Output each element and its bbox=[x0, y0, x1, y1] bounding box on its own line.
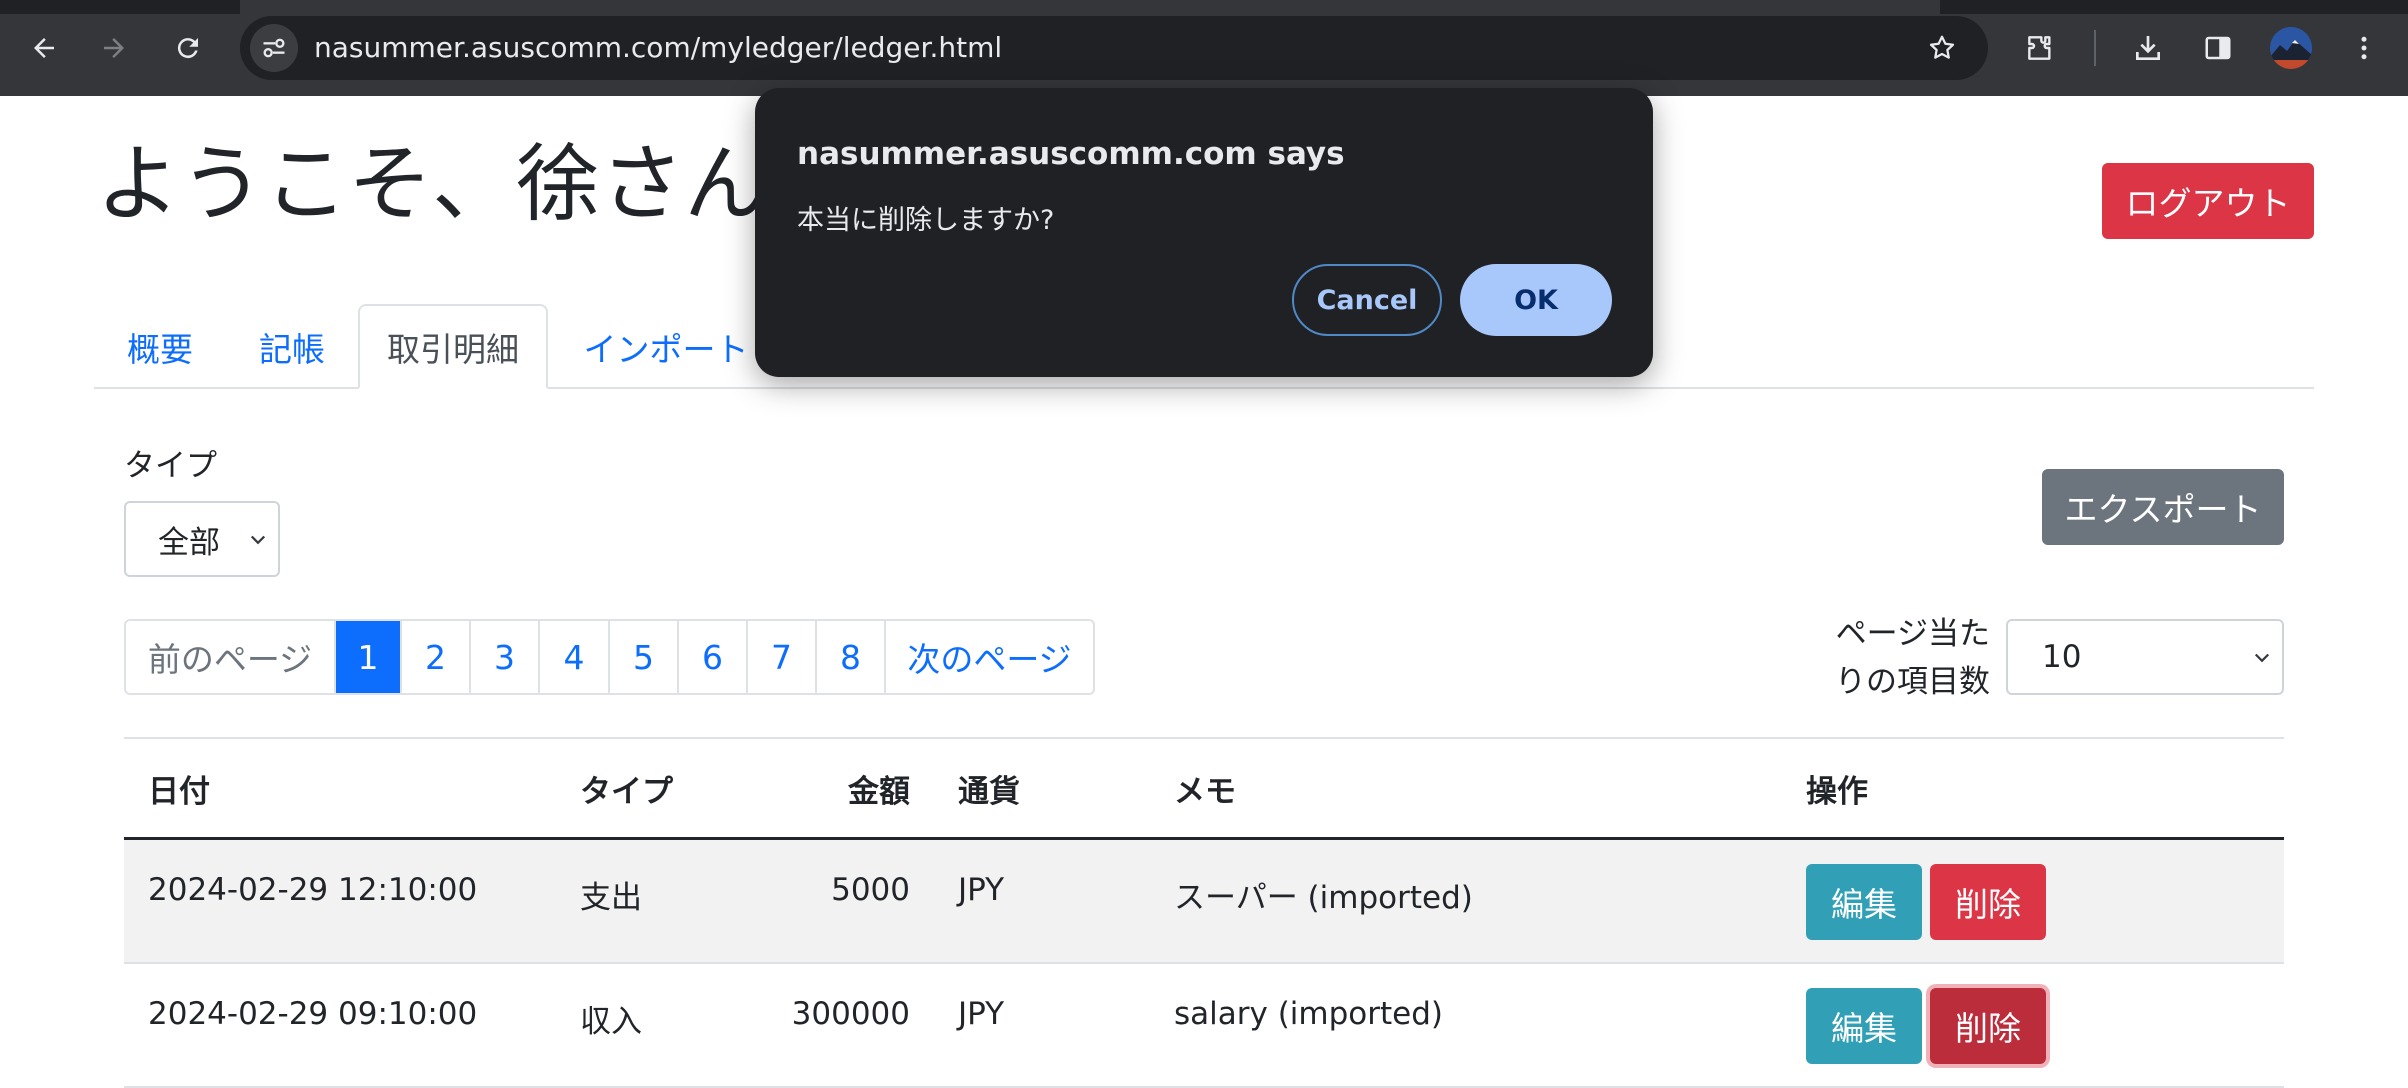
cell-type: 収入 bbox=[556, 962, 746, 1088]
side-panel-icon[interactable] bbox=[2194, 24, 2242, 72]
cell-amount: 300000 bbox=[746, 962, 934, 1088]
welcome-heading: ようこそ、徐さん bbox=[96, 135, 769, 233]
pagination: 前のページ 1 2 3 4 5 6 7 8 次のページ bbox=[124, 619, 1095, 695]
header-amount: 金額 bbox=[746, 737, 934, 840]
dialog-cancel-button[interactable]: Cancel bbox=[1292, 264, 1442, 336]
per-page-label: ページ当た りの項目数 bbox=[1816, 610, 1990, 706]
page-button-2[interactable]: 2 bbox=[400, 621, 469, 693]
tab-strip bbox=[0, 0, 2408, 14]
forward-icon[interactable] bbox=[90, 24, 138, 72]
cell-amount: 5000 bbox=[746, 838, 934, 964]
per-page-value: 10 bbox=[2042, 639, 2082, 675]
chevron-down-icon bbox=[2254, 653, 2270, 663]
profile-avatar[interactable] bbox=[2270, 27, 2312, 69]
edit-button[interactable]: 編集 bbox=[1806, 987, 1922, 1064]
cell-date: 2024-02-29 09:10:00 bbox=[124, 962, 556, 1088]
tab-overview[interactable]: 概要 bbox=[94, 304, 226, 389]
type-filter-select[interactable]: 全部 bbox=[124, 501, 280, 577]
table-row: 2024-02-29 12:10:00 支出 5000 JPY スーパー (im… bbox=[124, 838, 2284, 964]
next-page-button[interactable]: 次のページ bbox=[884, 621, 1093, 693]
back-icon[interactable] bbox=[20, 24, 68, 72]
page-button-6[interactable]: 6 bbox=[677, 621, 746, 693]
download-icon[interactable] bbox=[2124, 24, 2172, 72]
confirm-dialog: nasummer.asuscomm.com says 本当に削除しますか? Ca… bbox=[755, 88, 1653, 377]
header-memo: メモ bbox=[1150, 737, 1782, 840]
browser-toolbar: nasummer.asuscomm.com/myledger/ledger.ht… bbox=[0, 0, 2408, 96]
cell-currency: JPY bbox=[934, 962, 1150, 1088]
cell-date: 2024-02-29 12:10:00 bbox=[124, 838, 556, 964]
extensions-icon[interactable] bbox=[2016, 24, 2064, 72]
reload-icon[interactable] bbox=[164, 24, 212, 72]
edit-button[interactable]: 編集 bbox=[1806, 864, 1922, 940]
header-date: 日付 bbox=[124, 737, 556, 840]
dialog-ok-button[interactable]: OK bbox=[1460, 264, 1612, 336]
tab-import[interactable]: インポート bbox=[548, 304, 784, 389]
cell-actions: 編集 削除 bbox=[1782, 838, 2284, 964]
menu-kebab-icon[interactable] bbox=[2340, 24, 2388, 72]
page-button-7[interactable]: 7 bbox=[746, 621, 815, 693]
type-filter-label: タイプ bbox=[124, 448, 217, 484]
export-button[interactable]: エクスポート bbox=[2042, 469, 2284, 545]
delete-button[interactable]: 削除 bbox=[1930, 864, 2046, 940]
per-page-label-line2: りの項目数 bbox=[1835, 664, 1990, 700]
per-page-label-line1: ページ当た bbox=[1835, 616, 1990, 652]
delete-button[interactable]: 削除 bbox=[1930, 987, 2046, 1064]
logout-button[interactable]: ログアウト bbox=[2102, 163, 2314, 239]
cell-memo: スーパー (imported) bbox=[1150, 838, 1782, 964]
tab-entry[interactable]: 記帳 bbox=[226, 304, 358, 389]
bookmark-star-icon[interactable] bbox=[1918, 24, 1966, 72]
table-header-row: 日付 タイプ 金額 通貨 メモ 操作 bbox=[124, 737, 2284, 840]
cell-type: 支出 bbox=[556, 838, 746, 964]
site-info-icon[interactable] bbox=[250, 24, 298, 72]
active-tab[interactable] bbox=[240, 0, 1940, 14]
cell-currency: JPY bbox=[934, 838, 1150, 964]
page-button-1[interactable]: 1 bbox=[334, 621, 400, 693]
address-bar[interactable]: nasummer.asuscomm.com/myledger/ledger.ht… bbox=[240, 16, 1988, 80]
per-page-select[interactable]: 10 bbox=[2006, 619, 2284, 695]
page-button-5[interactable]: 5 bbox=[608, 621, 677, 693]
tab-transactions[interactable]: 取引明細 bbox=[358, 304, 548, 389]
dialog-title: nasummer.asuscomm.com says bbox=[797, 136, 1345, 172]
cell-memo: salary (imported) bbox=[1150, 962, 1782, 1088]
page-button-8[interactable]: 8 bbox=[815, 621, 884, 693]
header-actions: 操作 bbox=[1782, 737, 2284, 840]
prev-page-button[interactable]: 前のページ bbox=[126, 621, 334, 693]
transactions-table: 日付 タイプ 金額 通貨 メモ 操作 2024-02-29 12:10:00 支… bbox=[124, 737, 2284, 1088]
chevron-down-icon bbox=[250, 535, 266, 545]
header-currency: 通貨 bbox=[934, 737, 1150, 840]
header-type: タイプ bbox=[556, 737, 746, 840]
url-text[interactable]: nasummer.asuscomm.com/myledger/ledger.ht… bbox=[314, 16, 1002, 80]
table-row: 2024-02-29 09:10:00 収入 300000 JPY salary… bbox=[124, 962, 2284, 1088]
dialog-message: 本当に削除しますか? bbox=[797, 205, 1055, 236]
type-filter-value: 全部 bbox=[158, 524, 220, 561]
page-button-4[interactable]: 4 bbox=[538, 621, 608, 693]
toolbar-separator bbox=[2094, 30, 2096, 66]
page-button-3[interactable]: 3 bbox=[469, 621, 538, 693]
cell-actions: 編集 削除 bbox=[1782, 962, 2284, 1088]
